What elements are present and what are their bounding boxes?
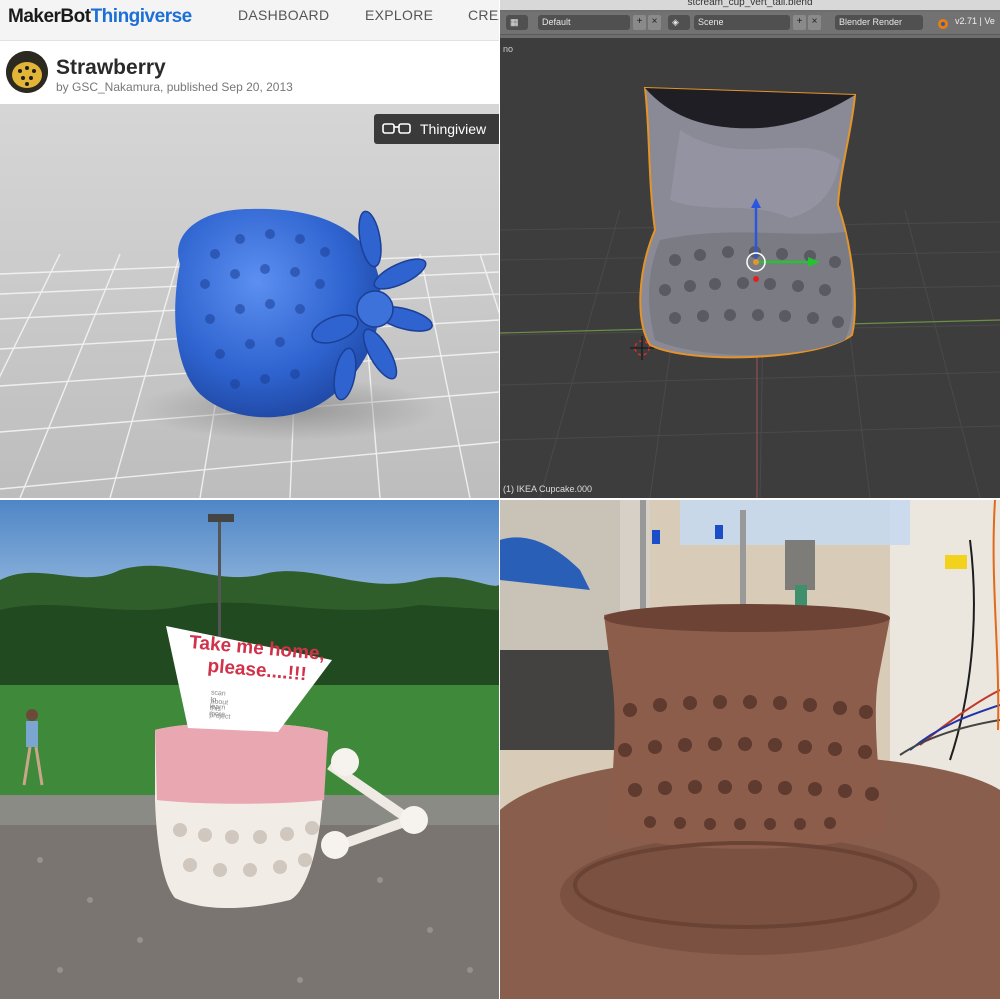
blender-logo-icon xyxy=(938,19,948,29)
thingiview-button[interactable]: Thingiview xyxy=(374,114,499,144)
remove-layout-button[interactable]: × xyxy=(648,15,661,30)
scene-icon[interactable]: ◈ xyxy=(668,15,690,30)
thingiverse-panel: MakerBotThingiverse DASHBOARD EXPLORE CR… xyxy=(0,0,499,498)
clay-printer-photo xyxy=(500,500,1000,999)
remove-scene-button[interactable]: × xyxy=(808,15,821,30)
thing-header: Strawberry by GSC_Nakamura, published Se… xyxy=(0,41,499,104)
top-navigation: MakerBotThingiverse DASHBOARD EXPLORE CR… xyxy=(0,0,499,41)
avatar[interactable] xyxy=(6,51,48,93)
layout-selector[interactable]: Default xyxy=(538,15,630,30)
version-label: v2.71 | Ve xyxy=(955,16,995,26)
window-title: stcream_cup_vert_tall.blend xyxy=(500,0,1000,10)
3d-viewer[interactable] xyxy=(0,104,499,498)
scene-selector[interactable]: Scene xyxy=(694,15,790,30)
3d-glasses-icon xyxy=(382,123,411,134)
add-scene-button[interactable]: + xyxy=(793,15,806,30)
makerbot-thingiverse-logo[interactable]: MakerBotThingiverse xyxy=(8,6,192,28)
cup-mesh[interactable] xyxy=(639,86,857,359)
nav-dashboard[interactable]: DASHBOARD xyxy=(238,7,329,23)
render-engine-select[interactable]: Blender Render xyxy=(835,15,923,30)
logo-thingiverse: Thingiverse xyxy=(90,6,193,27)
sign-small-line-2: about this project xyxy=(209,698,231,721)
screen-layout-icon[interactable]: ▦ xyxy=(506,15,528,30)
logo-makerbot: MakerBot xyxy=(8,6,91,27)
add-layout-button[interactable]: + xyxy=(633,15,646,30)
active-object-label: (1) IKEA Cupcake.000 xyxy=(503,484,593,494)
blender-header: stcream_cup_vert_tall.blend ▦ Default + … xyxy=(500,0,1000,38)
byline: by GSC_Nakamura, published Sep 20, 2013 xyxy=(56,80,293,94)
blender-panel: stcream_cup_vert_tall.blend ▦ Default + … xyxy=(500,0,1000,498)
nav-explore[interactable]: EXPLORE xyxy=(365,7,433,23)
viewport-label: no xyxy=(503,44,514,54)
3d-viewport[interactable] xyxy=(500,0,1000,498)
thingiview-label: Thingiview xyxy=(420,121,487,137)
info-bar: ▦ Default + × ◈ Scene + × Blender Render… xyxy=(500,12,1000,35)
nav-create[interactable]: CREA xyxy=(468,7,499,23)
outdoor-photo: Take me home, please....!!! scan to lear… xyxy=(0,500,499,999)
page-title: Strawberry xyxy=(56,56,166,79)
